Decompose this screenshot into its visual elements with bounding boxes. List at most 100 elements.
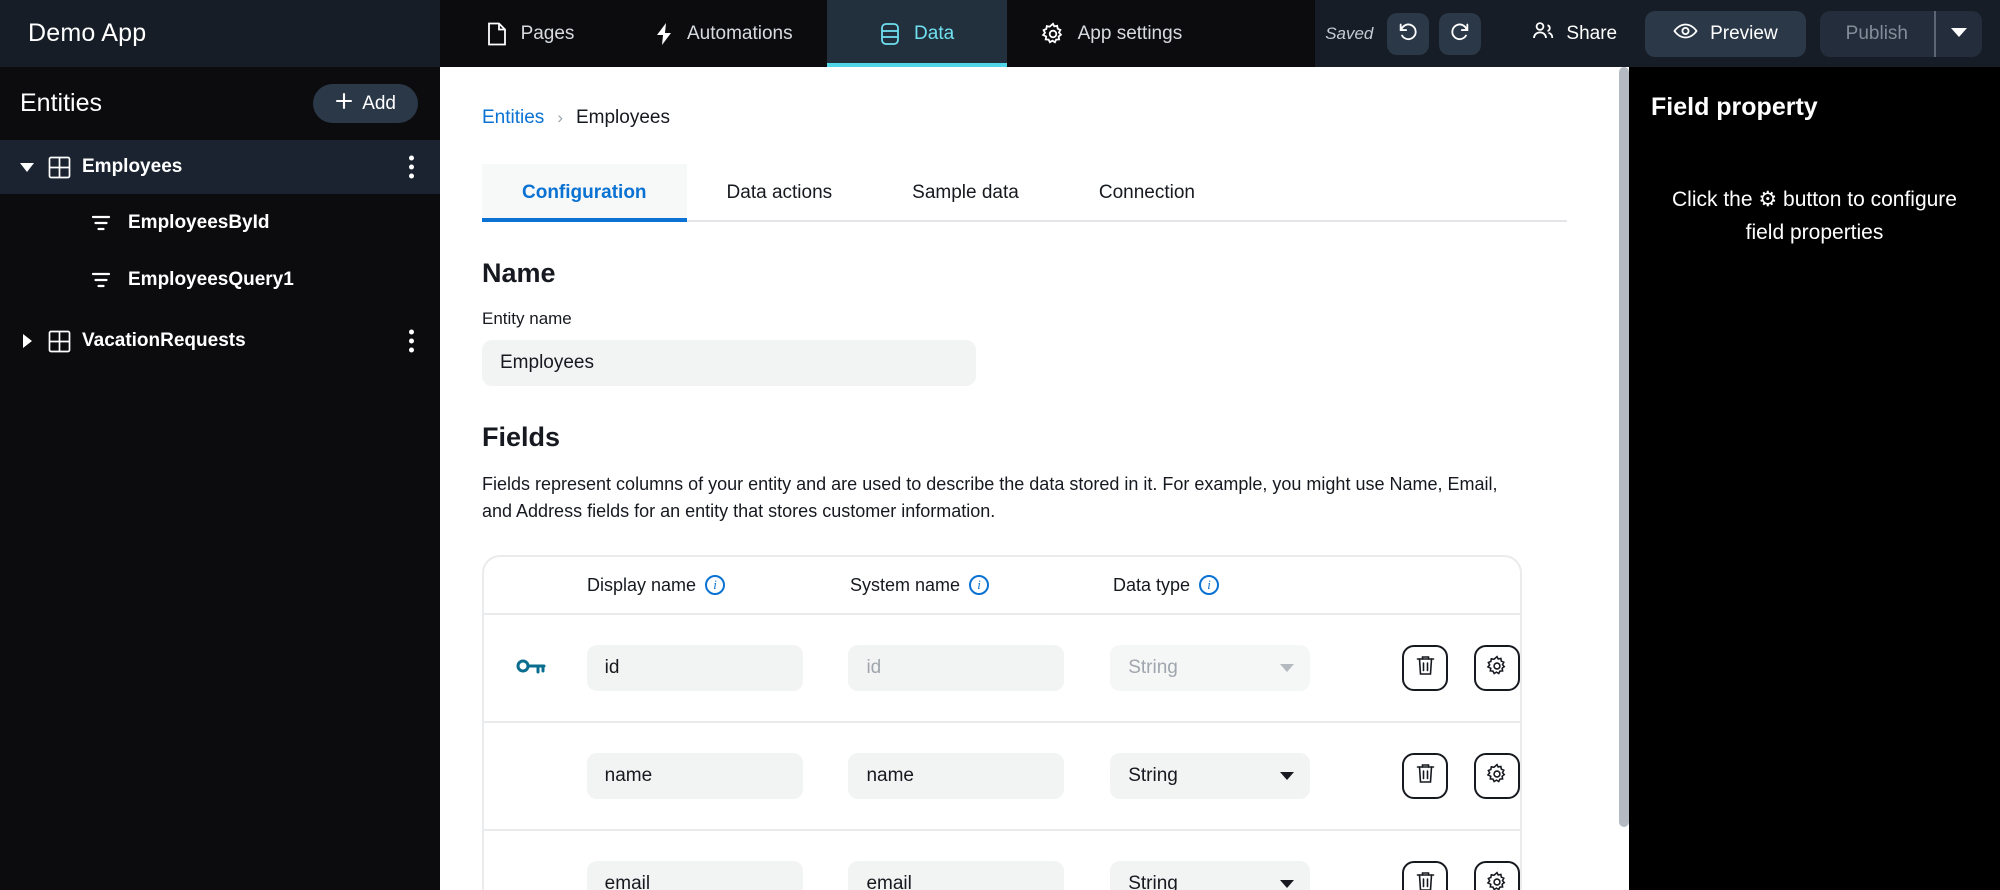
display-name-input[interactable] xyxy=(586,861,803,890)
field-settings-button[interactable] xyxy=(1474,753,1520,799)
fields-table-header: Display name i System name i Data type i xyxy=(484,557,1520,615)
cell-display-name xyxy=(586,861,849,890)
fields-table: Display name i System name i Data type i xyxy=(482,555,1522,890)
cell-data-type: String xyxy=(1110,861,1372,890)
tab-pages-label: Pages xyxy=(520,22,575,44)
breadcrumb-separator-icon: › xyxy=(557,108,563,127)
system-name-input[interactable] xyxy=(848,645,1065,691)
chevron-down-icon xyxy=(1280,664,1295,672)
sidebar-item-employees-label: Employees xyxy=(82,156,183,177)
display-name-input[interactable] xyxy=(586,645,803,691)
info-icon[interactable]: i xyxy=(705,575,726,595)
tab-app-settings-label: App settings xyxy=(1077,22,1183,44)
gear-icon xyxy=(1486,762,1508,790)
tab-data-label: Data xyxy=(914,22,955,44)
database-icon xyxy=(879,22,901,46)
system-name-input[interactable] xyxy=(848,861,1065,890)
data-type-value: String xyxy=(1128,873,1178,890)
plus-icon xyxy=(335,92,353,116)
column-display-name: Display name i xyxy=(587,575,850,596)
entity-tab-bar: Configuration Data actions Sample data C… xyxy=(482,164,1567,222)
share-button[interactable]: Share xyxy=(1509,20,1639,48)
add-entity-label: Add xyxy=(362,92,396,114)
data-type-select[interactable]: String xyxy=(1110,753,1311,799)
field-settings-button[interactable] xyxy=(1474,645,1520,691)
cell-actions xyxy=(1402,861,1520,890)
saved-status: Saved xyxy=(1325,23,1374,43)
breadcrumb-entities[interactable]: Entities xyxy=(482,107,544,129)
cell-actions xyxy=(1402,645,1520,691)
tab-pages[interactable]: Pages xyxy=(440,0,620,67)
cell-data-type: String xyxy=(1110,645,1372,691)
publish-label: Publish xyxy=(1845,22,1908,44)
publish-dropdown-button[interactable] xyxy=(1934,10,1982,57)
redo-icon xyxy=(1449,20,1471,47)
tab-sample-data[interactable]: Sample data xyxy=(872,164,1059,220)
query-icon xyxy=(82,270,120,290)
sidebar-item-employees-menu[interactable] xyxy=(409,155,414,179)
share-label: Share xyxy=(1566,22,1618,44)
data-type-select[interactable]: String xyxy=(1110,645,1311,691)
sidebar-title: Entities xyxy=(20,89,102,117)
column-system-name: System name i xyxy=(850,575,1113,596)
sidebar-item-employeesbyid[interactable]: EmployeesById xyxy=(0,194,440,251)
main-scrollbar-thumb[interactable] xyxy=(1619,67,1629,827)
column-system-name-label: System name xyxy=(850,574,961,595)
breadcrumb: Entities › Employees xyxy=(482,107,1629,129)
sidebar-item-employees[interactable]: Employees xyxy=(0,140,440,194)
cell-display-name xyxy=(586,645,849,691)
redo-button[interactable] xyxy=(1439,12,1482,55)
tab-automations-label: Automations xyxy=(687,22,793,44)
tab-data-actions[interactable]: Data actions xyxy=(687,164,873,220)
sidebar-item-employeesbyid-label: EmployeesById xyxy=(128,211,270,233)
data-type-value: String xyxy=(1128,765,1178,786)
field-property-panel: Field property Click the ⚙ button to con… xyxy=(1629,67,2000,890)
delete-field-button[interactable] xyxy=(1402,861,1449,890)
publish-button[interactable]: Publish xyxy=(1820,11,1934,57)
chevron-down-icon xyxy=(1280,772,1295,780)
tab-connection[interactable]: Connection xyxy=(1059,164,1235,220)
sidebar-item-employeesquery1[interactable]: EmployeesQuery1 xyxy=(0,251,440,308)
tab-automations[interactable]: Automations xyxy=(620,0,827,67)
field-settings-button[interactable] xyxy=(1474,861,1520,890)
tab-app-settings[interactable]: App settings xyxy=(1007,0,1217,67)
add-entity-button[interactable]: Add xyxy=(313,84,418,123)
system-name-input[interactable] xyxy=(848,753,1065,799)
delete-field-button[interactable] xyxy=(1402,753,1449,799)
table-icon xyxy=(40,156,78,179)
display-name-input[interactable] xyxy=(586,753,803,799)
undo-button[interactable] xyxy=(1387,12,1430,55)
main-scrollbar[interactable] xyxy=(1619,67,1629,890)
sidebar-header: Entities Add xyxy=(0,67,440,140)
data-type-select[interactable]: String xyxy=(1110,861,1311,890)
chevron-down-icon xyxy=(1280,880,1295,888)
main-tab-bar: Pages Automations Data App settings xyxy=(440,0,1315,67)
field-property-title: Field property xyxy=(1651,93,1818,121)
table-row: String xyxy=(484,723,1520,831)
delete-field-button[interactable] xyxy=(1402,645,1449,691)
table-row: String xyxy=(484,615,1520,723)
cell-system-name xyxy=(848,645,1110,691)
table-row: String xyxy=(484,831,1520,890)
key-icon xyxy=(516,657,546,680)
info-icon[interactable]: i xyxy=(1199,575,1220,595)
gear-icon xyxy=(1486,870,1508,890)
preview-button[interactable]: Preview xyxy=(1645,10,1806,57)
entity-name-input[interactable] xyxy=(482,340,976,386)
name-section-heading: Name xyxy=(482,258,556,288)
publish-button-group: Publish xyxy=(1819,10,1982,57)
gear-icon xyxy=(1486,654,1508,682)
top-bar: Demo App Pages Automations Data App sett… xyxy=(0,0,2000,67)
preview-label: Preview xyxy=(1710,22,1778,44)
sidebar-item-vacationrequests-menu[interactable] xyxy=(409,329,414,353)
tab-configuration[interactable]: Configuration xyxy=(482,164,687,222)
chevron-down-icon[interactable] xyxy=(14,162,40,172)
cell-actions xyxy=(1402,753,1520,799)
entity-name-label: Entity name xyxy=(482,309,572,328)
sidebar-item-vacationrequests[interactable]: VacationRequests xyxy=(0,314,440,368)
chevron-right-icon[interactable] xyxy=(14,334,40,348)
tab-data[interactable]: Data xyxy=(826,0,1007,67)
trash-icon xyxy=(1416,655,1435,681)
info-icon[interactable]: i xyxy=(969,575,990,595)
fields-section-description: Fields represent columns of your entity … xyxy=(482,474,1498,521)
